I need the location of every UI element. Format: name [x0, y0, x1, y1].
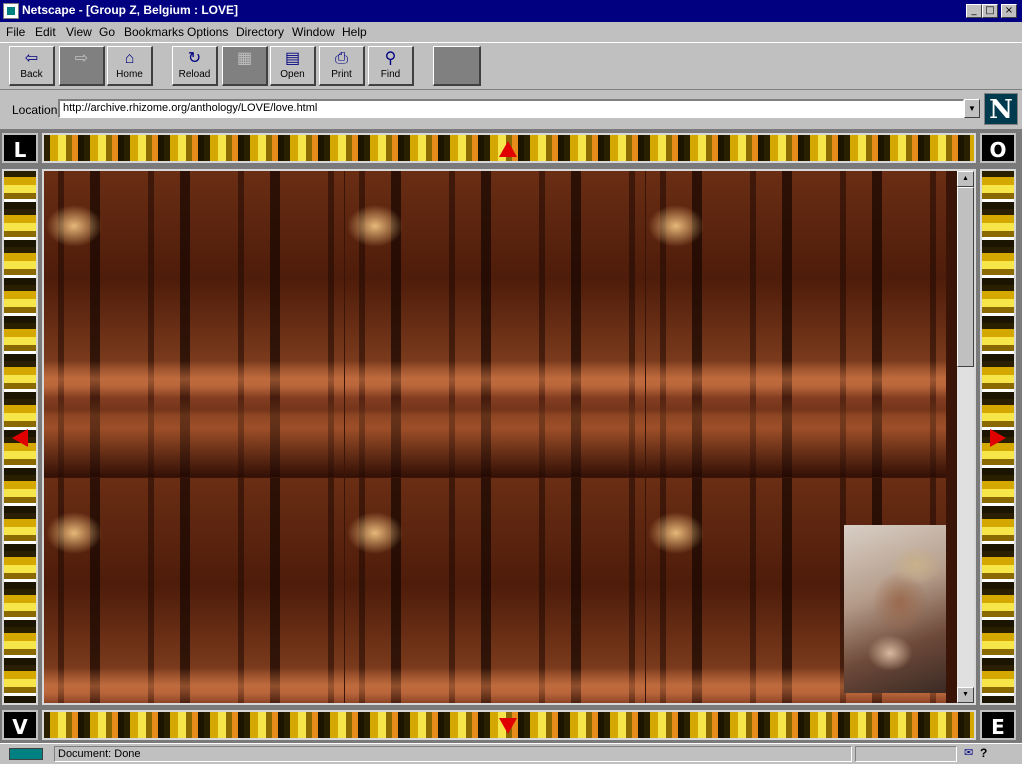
find-label: Find — [380, 69, 401, 80]
menu-file[interactable]: File — [6, 25, 25, 39]
menu-options[interactable]: Options — [187, 25, 228, 39]
open-label: Open — [280, 69, 305, 80]
right-arrow-icon[interactable] — [990, 429, 1006, 447]
netscape-app-icon[interactable] — [3, 3, 19, 19]
left-pattern-frame — [2, 169, 38, 705]
status-bar: Document: Done ✉ ? — [0, 743, 1022, 764]
title-bar: Netscape - [Group Z, Belgium : LOVE] _ □… — [0, 0, 1022, 22]
status-text: Document: Done — [54, 746, 852, 762]
open-icon: ▤ — [284, 50, 301, 67]
images-icon: ▦ — [236, 50, 253, 67]
corner-letter-o[interactable]: O — [980, 133, 1016, 163]
netscape-logo[interactable]: N — [984, 93, 1018, 125]
reload-icon: ↻ — [187, 50, 202, 67]
back-label: Back — [20, 69, 43, 80]
corner-letter-l[interactable]: L — [2, 133, 38, 163]
url-input[interactable]: http://archive.rhizome.org/anthology/LOV… — [58, 99, 964, 118]
forest-tile-image — [44, 478, 344, 703]
reload-button[interactable]: ↻ Reload — [172, 46, 218, 86]
home-label: Home — [116, 69, 143, 80]
open-button[interactable]: ▤ Open — [270, 46, 316, 86]
corner-letter-v[interactable]: V — [2, 710, 38, 740]
forest-tile-image — [646, 171, 946, 477]
location-label: Location: — [12, 103, 61, 117]
toolbar: ⇦ Back ⇨ ⌂ Home ↻ Reload ▦ ▤ Open ⎙ Prin… — [0, 42, 1022, 90]
menu-bar: File Edit View Go Bookmarks Options Dire… — [0, 23, 1022, 41]
up-arrow-icon[interactable] — [499, 141, 517, 157]
down-arrow-icon[interactable] — [499, 718, 517, 734]
top-pattern-frame — [42, 133, 976, 163]
inset-photo — [844, 525, 946, 693]
page-content: L O V E ▲ ▼ — [0, 129, 1022, 743]
corner-letter-e[interactable]: E — [980, 710, 1016, 740]
back-button[interactable]: ⇦ Back — [9, 46, 55, 86]
progress-indicator — [855, 746, 957, 762]
forest-tile-image — [44, 171, 344, 477]
menu-window[interactable]: Window — [292, 25, 335, 39]
bottom-pattern-frame — [42, 710, 976, 740]
menu-help[interactable]: Help — [342, 25, 367, 39]
left-arrow-icon[interactable] — [12, 429, 28, 447]
printer-icon: ⎙ — [335, 50, 348, 67]
scroll-down-button[interactable]: ▼ — [957, 687, 974, 703]
mail-icon[interactable]: ✉ — [964, 747, 978, 759]
reload-label: Reload — [178, 69, 211, 80]
main-image-frame: ▲ ▼ — [42, 169, 976, 705]
chevron-down-icon: ▼ — [968, 104, 976, 113]
forest-tile-image — [345, 478, 645, 703]
url-dropdown-button[interactable]: ▼ — [964, 99, 980, 118]
find-button[interactable]: ⚲ Find — [368, 46, 414, 86]
arrow-left-icon: ⇦ — [24, 50, 39, 67]
scroll-up-button[interactable]: ▲ — [957, 171, 974, 187]
location-bar: Location: http://archive.rhizome.org/ant… — [0, 91, 1022, 129]
print-label: Print — [331, 69, 352, 80]
minimize-button[interactable]: _ — [966, 4, 982, 18]
vertical-scrollbar[interactable]: ▲ ▼ — [957, 171, 974, 703]
forest-tile-image — [345, 171, 645, 477]
menu-view[interactable]: View — [66, 25, 92, 39]
menu-edit[interactable]: Edit — [35, 25, 56, 39]
security-key-icon[interactable] — [9, 748, 43, 760]
maximize-button[interactable]: □ — [982, 4, 998, 18]
binoculars-icon: ⚲ — [384, 50, 397, 67]
window-title: Netscape - [Group Z, Belgium : LOVE] — [22, 3, 239, 17]
right-pattern-frame — [980, 169, 1016, 705]
scroll-thumb[interactable] — [957, 187, 974, 367]
menu-bookmarks[interactable]: Bookmarks — [124, 25, 184, 39]
print-button[interactable]: ⎙ Print — [319, 46, 365, 86]
home-button[interactable]: ⌂ Home — [107, 46, 153, 86]
menu-go[interactable]: Go — [99, 25, 115, 39]
close-button[interactable]: × — [1001, 4, 1017, 18]
menu-directory[interactable]: Directory — [236, 25, 284, 39]
help-icon[interactable]: ? — [980, 746, 992, 760]
stop-button[interactable] — [433, 46, 481, 86]
arrow-right-icon: ⇨ — [74, 50, 89, 67]
forward-button[interactable]: ⇨ — [59, 46, 105, 86]
images-button[interactable]: ▦ — [222, 46, 268, 86]
home-icon: ⌂ — [124, 50, 135, 67]
